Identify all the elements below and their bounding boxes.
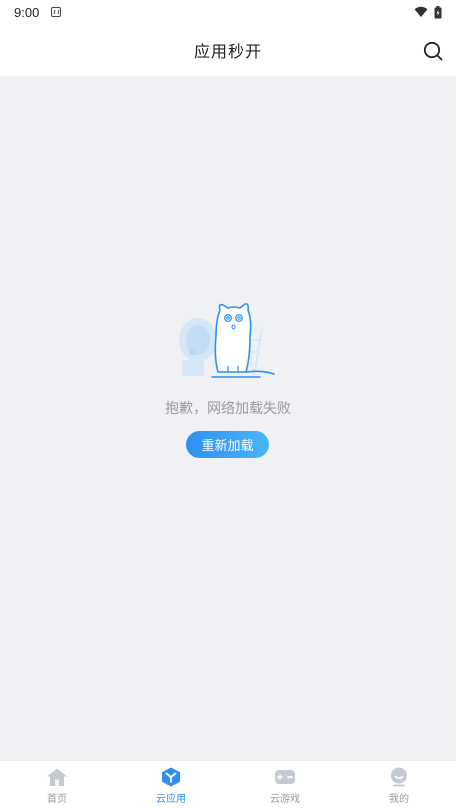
search-icon[interactable] (422, 40, 444, 62)
tab-cloud-app[interactable]: 云应用 (114, 761, 228, 808)
tab-label: 我的 (389, 794, 409, 805)
profile-icon (391, 767, 407, 787)
network-error-cat-illustration (179, 303, 275, 378)
status-bar: 9:00 (0, 0, 456, 24)
tab-profile[interactable]: 我的 (342, 761, 456, 808)
reload-button[interactable]: 重新加载 (186, 431, 269, 458)
battery-icon (434, 5, 442, 18)
error-message: 抱歉，网络加载失败 (165, 401, 291, 417)
page-title: 应用秒开 (193, 42, 262, 61)
status-right (414, 5, 442, 19)
tab-home[interactable]: 首页 (0, 761, 114, 808)
tab-cloud-game[interactable]: 云游戏 (228, 761, 342, 808)
tab-label: 云应用 (156, 794, 186, 805)
cloud-app-icon (162, 767, 180, 787)
main-content: 抱歉，网络加载失败 重新加载 (0, 76, 456, 760)
bottom-tab-bar: 首页 云应用 云游戏 我的 (0, 760, 456, 808)
gamepad-icon (275, 770, 295, 784)
notification-icon (51, 7, 62, 17)
status-time: 9:00 (14, 4, 40, 20)
wifi-icon (414, 6, 428, 17)
tab-label: 云游戏 (270, 794, 300, 805)
header: 应用秒开 (0, 24, 456, 76)
home-icon (47, 768, 67, 786)
tab-label: 首页 (47, 794, 67, 805)
